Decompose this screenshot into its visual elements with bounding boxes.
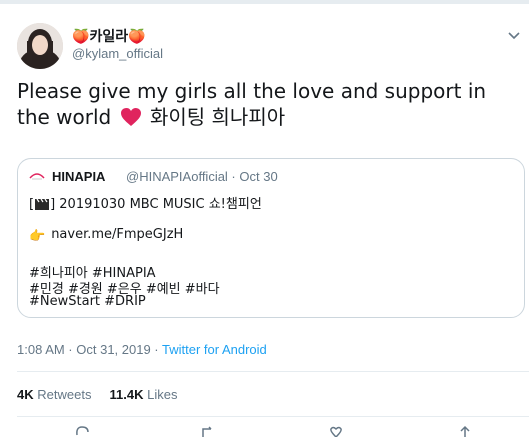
tweet-text: Please give my girls all the love and su… (17, 78, 517, 130)
quoted-line-1: [ ] 20191030 MBC MUSIC 쇼!챔피언 (29, 193, 262, 212)
quoted-handle-date: @HINAPIAofficial · Oct 30 (126, 169, 278, 184)
display-name[interactable]: 🍑카일라🍑 (72, 26, 146, 46)
avatar[interactable] (17, 23, 63, 69)
user-handle[interactable]: @kylam_official (72, 46, 163, 61)
reply-icon[interactable] (74, 425, 90, 437)
retweets-stat[interactable]: 4K Retweets (17, 387, 91, 402)
likes-stat[interactable]: 11.4K Likes (110, 387, 178, 402)
quoted-avatar (29, 173, 45, 180)
display-name-text: 카일라 (89, 29, 129, 45)
quoted-tweet[interactable]: HINAPIA @HINAPIAofficial · Oct 30 [ ] 20… (17, 158, 525, 318)
peach-emoji-icon: 🍑 (72, 29, 90, 45)
timestamp[interactable]: 1:08 AM · Oct 31, 2019 · (17, 342, 162, 357)
quoted-link-line: 👉 naver.me/FmpeGJzH (29, 227, 183, 244)
tweet-meta: 1:08 AM · Oct 31, 2019 · Twitter for And… (17, 342, 267, 357)
retweets-count: 4K (17, 387, 34, 402)
source-link[interactable]: Twitter for Android (162, 342, 267, 357)
retweet-icon[interactable] (200, 425, 216, 437)
clapper-board-icon (35, 198, 50, 210)
quoted-line-1-prefix: [ (29, 197, 35, 212)
divider (17, 416, 529, 417)
tweet-stats: 4K Retweets 11.4K Likes (17, 387, 177, 402)
share-icon[interactable] (457, 425, 473, 437)
quoted-display-name: HINAPIA (52, 169, 106, 184)
pointing-hand-icon: 👉 (29, 229, 46, 244)
quoted-link[interactable]: naver.me/FmpeGJzH (51, 227, 183, 242)
quoted-hashtags-3[interactable]: #NewStart #DRIP (29, 294, 146, 309)
heart-emoji-icon (120, 108, 141, 126)
retweets-label: Retweets (37, 387, 92, 402)
like-icon[interactable] (328, 425, 344, 437)
quoted-line-1-suffix: ] 20191030 MBC MUSIC 쇼!챔피언 (50, 197, 262, 212)
chevron-down-icon[interactable] (507, 28, 521, 42)
likes-count: 11.4K (109, 387, 144, 402)
peach-emoji-icon: 🍑 (128, 29, 146, 45)
tweet-text-part2: 화이팅 희나피아 (149, 105, 286, 129)
top-divider (0, 0, 529, 4)
likes-label: Likes (147, 387, 178, 402)
divider (17, 371, 529, 372)
